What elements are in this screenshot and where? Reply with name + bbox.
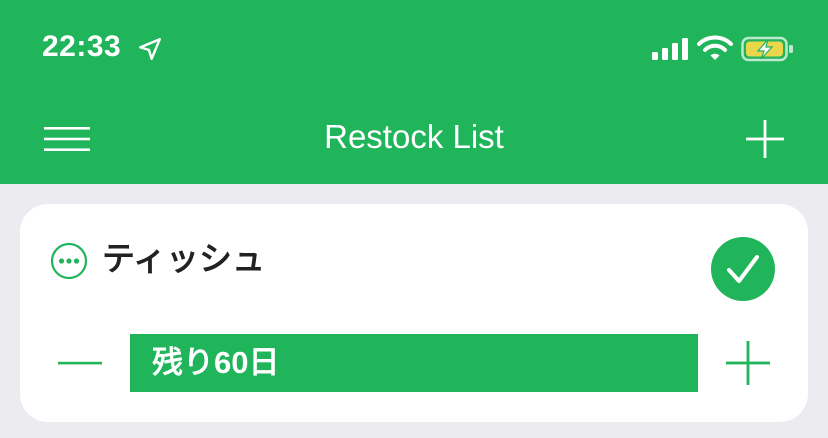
status-time: 22:33 <box>42 30 122 63</box>
item-name: ティッシュ <box>102 240 266 277</box>
decrease-button[interactable] <box>58 342 104 384</box>
check-button[interactable] <box>710 236 776 302</box>
restock-item-card: ティッシュ 残り60日 <box>20 204 808 422</box>
increase-button[interactable] <box>726 341 770 385</box>
more-options-icon[interactable] <box>50 242 88 280</box>
wifi-icon <box>697 35 733 60</box>
battery-charging-icon <box>741 36 793 62</box>
location-arrow-icon <box>139 38 161 60</box>
cellular-signal-icon <box>652 38 688 60</box>
remaining-days-label: 残り60日 <box>152 345 280 380</box>
remaining-days-bar: 残り60日 <box>130 334 698 392</box>
app-header: 22:33 Restock List <box>0 0 828 184</box>
page-title: Restock List <box>324 118 504 155</box>
add-item-button[interactable] <box>746 120 784 158</box>
